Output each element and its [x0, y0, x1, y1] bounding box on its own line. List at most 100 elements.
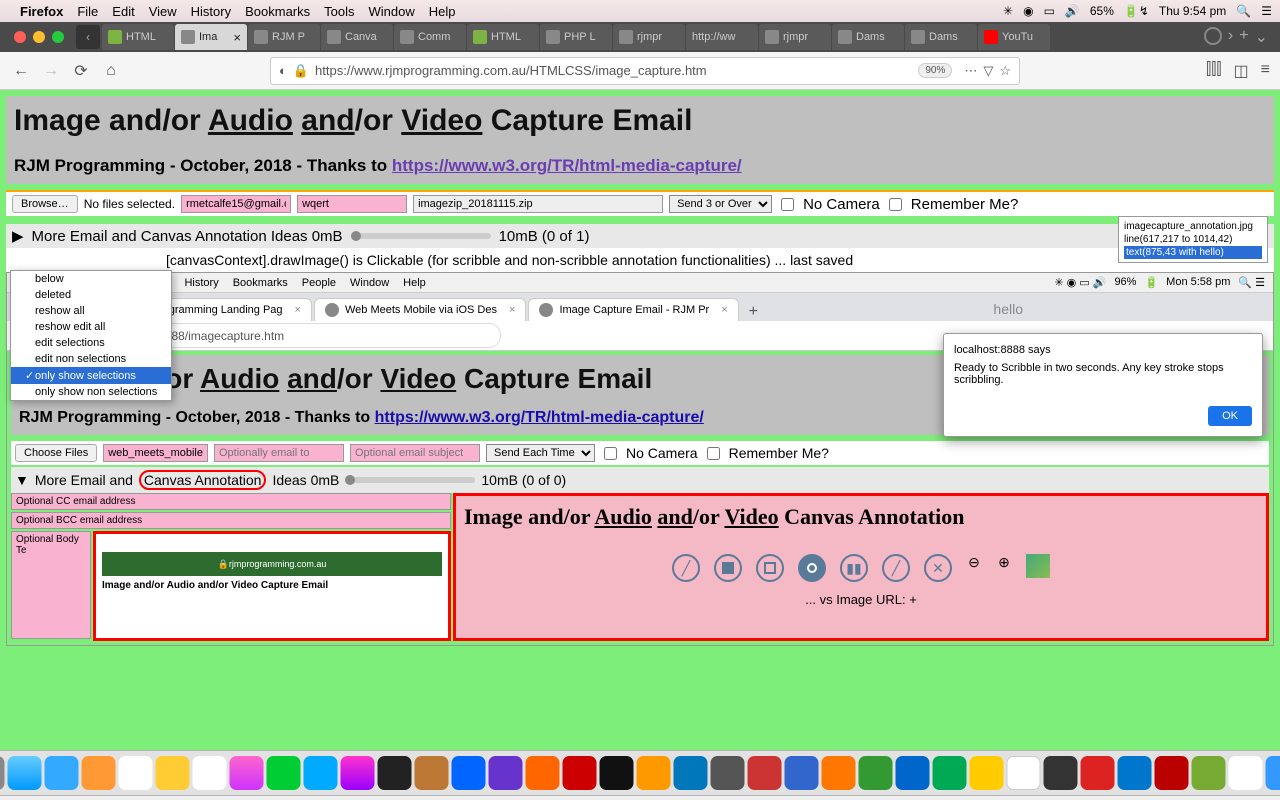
menu-window[interactable]: Window — [369, 4, 415, 19]
dock-calendar[interactable] — [119, 756, 153, 790]
remember-checkbox[interactable] — [889, 198, 902, 211]
zoom-badge[interactable]: 90% — [918, 63, 952, 78]
dock-contacts[interactable] — [82, 756, 116, 790]
tab-7[interactable]: rjmpr — [613, 24, 685, 50]
ctx-edit-non-selections[interactable]: edit non selections — [11, 351, 171, 367]
back-button[interactable]: ← — [10, 60, 32, 82]
dock-app6[interactable] — [711, 756, 745, 790]
bcc-field[interactable]: Optional BCC email address — [11, 512, 451, 529]
dock-app15[interactable] — [1044, 756, 1078, 790]
tab-11[interactable]: Dams — [905, 24, 977, 50]
reload-button[interactable]: ⟳ — [70, 60, 92, 82]
alert-ok-button[interactable]: OK — [1208, 406, 1252, 426]
embed-new-tab[interactable]: + — [749, 303, 758, 321]
size-slider[interactable] — [351, 233, 491, 239]
address-bar[interactable]: ◐ 🔒 https://www.rjmprogramming.com.au/HT… — [270, 57, 1020, 85]
embed-send-select[interactable]: Send Each Time — [486, 444, 595, 462]
dock-messages[interactable] — [267, 756, 301, 790]
menu-tools[interactable]: Tools — [324, 4, 354, 19]
embed-remember[interactable] — [707, 447, 720, 460]
embed-link[interactable]: https://www.w3.org/TR/html-media-capture… — [375, 409, 704, 426]
dock-app16[interactable] — [1081, 756, 1115, 790]
dock-app12[interactable] — [933, 756, 967, 790]
menu-history[interactable]: History — [191, 4, 231, 19]
dock-acrobat[interactable] — [1155, 756, 1189, 790]
tab-scroll-right[interactable]: › — [1228, 27, 1233, 47]
tab-3[interactable]: Canva — [321, 24, 393, 50]
zoom-in-icon[interactable]: ⊕ — [996, 554, 1012, 570]
ctx-below[interactable]: below — [11, 271, 171, 287]
dock-filezilla[interactable] — [563, 756, 597, 790]
app-name[interactable]: Firefox — [20, 4, 63, 19]
tab-6[interactable]: PHP L — [540, 24, 612, 50]
menu-hamburger-icon[interactable]: ≡ — [1261, 61, 1270, 81]
tab-dropdown[interactable]: ⌄ — [1255, 27, 1268, 47]
dock-app1[interactable] — [378, 756, 412, 790]
bookmark-star-icon[interactable]: ☆ — [999, 63, 1011, 79]
ctx-only-show-non-selections[interactable]: only show non selections — [11, 384, 171, 400]
close-tab-icon[interactable]: × — [233, 30, 241, 45]
dock-itunes[interactable] — [341, 756, 375, 790]
dock-app13[interactable] — [970, 756, 1004, 790]
embed-no-camera[interactable] — [604, 447, 617, 460]
embed-tab-1[interactable]: Web Meets Mobile via iOS Des× — [314, 298, 526, 321]
zip-field[interactable] — [413, 195, 663, 213]
tab-2[interactable]: RJM P — [248, 24, 320, 50]
cc-field[interactable]: Optional CC email address — [11, 493, 451, 510]
tab-0[interactable]: HTML — [102, 24, 174, 50]
ctx-reshow-edit-all[interactable]: reshow edit all — [11, 319, 171, 335]
dock-firefox[interactable] — [526, 756, 560, 790]
close-window[interactable] — [14, 31, 26, 43]
tab-1-active[interactable]: Ima× — [175, 24, 247, 50]
tab-scroll-left[interactable]: ‹ — [76, 25, 100, 49]
ctx-only-show-selections[interactable]: only show selections — [11, 367, 171, 384]
new-tab-button[interactable]: + — [1239, 27, 1248, 47]
menu-view[interactable]: View — [149, 4, 177, 19]
ctx-reshow-all[interactable]: reshow all — [11, 303, 171, 319]
dock-app9[interactable] — [822, 756, 856, 790]
shield-icon[interactable]: ◐ — [279, 63, 287, 78]
menu-edit[interactable]: Edit — [112, 4, 134, 19]
tool-pause-icon[interactable]: ▮▮ — [840, 554, 868, 582]
embed-subj-field[interactable] — [350, 444, 480, 462]
body-field[interactable]: Optional Body Te — [11, 531, 91, 639]
dock-app11[interactable] — [896, 756, 930, 790]
menu-bookmarks[interactable]: Bookmarks — [245, 4, 310, 19]
tool-square-fill-icon[interactable] — [714, 554, 742, 582]
home-button[interactable]: ⌂ — [100, 60, 122, 82]
dock-terminal[interactable] — [600, 756, 634, 790]
dock-settings[interactable] — [0, 756, 5, 790]
library-icon[interactable]: ⫿⫿⫿ — [1206, 61, 1221, 81]
tool-line2-icon[interactable]: ╱ — [882, 554, 910, 582]
sidebar-icon[interactable]: ◫ — [1234, 61, 1249, 81]
dock-chrome[interactable] — [1229, 756, 1263, 790]
dock-safari[interactable] — [8, 756, 42, 790]
battery-icon[interactable]: 🔋↯ — [1124, 4, 1149, 18]
tab-12[interactable]: YouTu — [978, 24, 1050, 50]
menu-file[interactable]: File — [77, 4, 98, 19]
tab-4[interactable]: Comm — [394, 24, 466, 50]
clock[interactable]: Thu 9:54 pm — [1159, 4, 1226, 18]
tool-cross-icon[interactable]: ✕ — [924, 554, 952, 582]
tab-8[interactable]: http://ww — [686, 24, 758, 50]
tab-9[interactable]: rjmpr — [759, 24, 831, 50]
subject-field[interactable] — [297, 195, 407, 213]
pocket-icon[interactable]: ▽ — [983, 63, 993, 79]
dock-app18[interactable] — [1266, 756, 1280, 790]
collapse-icon[interactable]: ▼ — [15, 472, 29, 488]
tab-10[interactable]: Dams — [832, 24, 904, 50]
image-thumb-icon[interactable] — [1026, 554, 1050, 578]
bug-icon[interactable]: ✳ — [1003, 4, 1013, 18]
wifi-icon[interactable]: ◉ — [1023, 4, 1033, 18]
expand-icon[interactable]: ▶ — [12, 227, 24, 245]
send-select[interactable]: Send 3 or Over — [669, 195, 772, 213]
dock-vscode[interactable] — [1118, 756, 1152, 790]
tool-line-icon[interactable]: ╱ — [672, 554, 700, 582]
dock-app14[interactable] — [1007, 756, 1041, 790]
dock-app7[interactable] — [748, 756, 782, 790]
tool-square-icon[interactable] — [756, 554, 784, 582]
minimize-window[interactable] — [33, 31, 45, 43]
dock-app5[interactable] — [674, 756, 708, 790]
dock-notes[interactable] — [156, 756, 190, 790]
google-icon[interactable] — [1204, 27, 1222, 45]
